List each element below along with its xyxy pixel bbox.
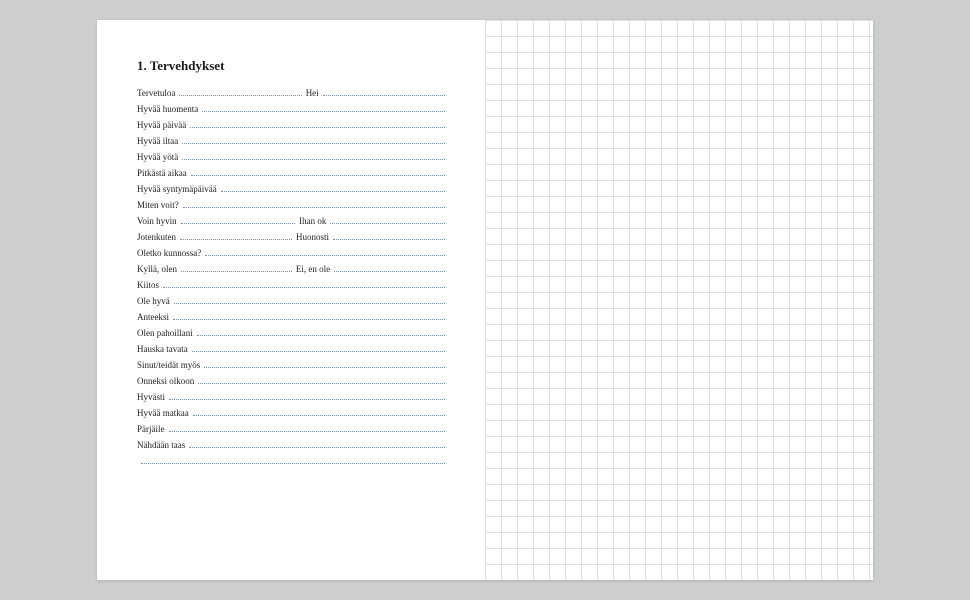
- vocab-word: Pitkästä aikaa: [137, 168, 187, 178]
- fill-line: [205, 248, 445, 256]
- fill-line: [181, 216, 296, 224]
- vocab-word: Jotenkuten: [137, 232, 176, 242]
- vocabulary-list: Tervetuloa Hei Hyvää huomenta Hyvää päivää H…: [137, 88, 445, 464]
- vocab-row: Pitkästä aikaa: [137, 168, 445, 178]
- fill-line: [204, 360, 445, 368]
- fill-line: [221, 184, 445, 192]
- fill-line: [192, 344, 445, 352]
- fill-line: [323, 88, 445, 96]
- vocab-row: Onneksi olkoon: [137, 376, 445, 386]
- vocab-row: Hauska tavata: [137, 344, 445, 354]
- vocab-row: Hyvää syntymäpäivää: [137, 184, 445, 194]
- vocab-row: Hyvää matkaa: [137, 408, 445, 418]
- fill-line: [191, 168, 445, 176]
- page-left: 1. Tervehdykset Tervetuloa Hei Hyvää huome…: [97, 20, 485, 580]
- vocab-row: Oletko kunnossa?: [137, 248, 445, 258]
- fill-line: [182, 152, 445, 160]
- vocab-row: Tervetuloa Hei: [137, 88, 445, 98]
- fill-line: [202, 104, 445, 112]
- vocab-word: Hyvää matkaa: [137, 408, 189, 418]
- section-heading: 1. Tervehdykset: [137, 58, 445, 74]
- page-spread: 1. Tervehdykset Tervetuloa Hei Hyvää huome…: [97, 20, 873, 580]
- fill-line: [189, 440, 445, 448]
- vocab-word: Kyllä, olen: [137, 264, 177, 274]
- fill-line: [169, 392, 445, 400]
- vocab-word: Kiitos: [137, 280, 159, 290]
- vocab-row: Olen pahoillani: [137, 328, 445, 338]
- page-right-grid: [485, 20, 873, 580]
- fill-line: [180, 232, 292, 240]
- vocab-row: Anteeksi: [137, 312, 445, 322]
- vocab-row: Pärjäile: [137, 424, 445, 434]
- vocab-word: Hyvää päivää: [137, 120, 186, 130]
- fill-line: [330, 216, 445, 224]
- vocab-word: Olen pahoillani: [137, 328, 193, 338]
- vocab-row: Hyvästi: [137, 392, 445, 402]
- vocab-word: Hyvää iltaa: [137, 136, 178, 146]
- vocab-row: Kyllä, olen Ei, en ole: [137, 264, 445, 274]
- vocab-word: Miten voit?: [137, 200, 179, 210]
- fill-line: [174, 296, 445, 304]
- fill-line: [173, 312, 445, 320]
- vocab-word: Hei: [306, 88, 319, 98]
- fill-line: [197, 328, 445, 336]
- fill-line: [163, 280, 445, 288]
- vocab-row: Kiitos: [137, 280, 445, 290]
- vocab-row: [137, 456, 445, 464]
- vocab-word: Hyvää huomenta: [137, 104, 198, 114]
- fill-line: [141, 456, 445, 464]
- fill-line: [183, 200, 445, 208]
- vocab-word: Sinut/teidät myös: [137, 360, 200, 370]
- vocab-word: Oletko kunnossa?: [137, 248, 201, 258]
- fill-line: [179, 88, 301, 96]
- fill-line: [181, 264, 292, 272]
- vocab-row: Hyvää huomenta: [137, 104, 445, 114]
- vocab-word: Hyvää syntymäpäivää: [137, 184, 217, 194]
- vocab-word: Hyvää yötä: [137, 152, 178, 162]
- vocab-word: Pärjäile: [137, 424, 165, 434]
- vocab-word: Ole hyvä: [137, 296, 170, 306]
- vocab-row: Ole hyvä: [137, 296, 445, 306]
- vocab-word: Nähdään taas: [137, 440, 185, 450]
- fill-line: [333, 232, 445, 240]
- fill-line: [169, 424, 446, 432]
- fill-line: [193, 408, 445, 416]
- vocab-row: Hyvää päivää: [137, 120, 445, 130]
- vocab-word: Hyvästi: [137, 392, 165, 402]
- fill-line: [334, 264, 445, 272]
- vocab-row: Miten voit?: [137, 200, 445, 210]
- vocab-row: Hyvää yötä: [137, 152, 445, 162]
- vocab-word: Huonosti: [296, 232, 329, 242]
- vocab-word: Anteeksi: [137, 312, 169, 322]
- vocab-row: Voin hyvin Ihan ok: [137, 216, 445, 226]
- vocab-word: Hauska tavata: [137, 344, 188, 354]
- vocab-word: Onneksi olkoon: [137, 376, 194, 386]
- fill-line: [198, 376, 445, 384]
- vocab-word: Ei, en ole: [296, 264, 330, 274]
- vocab-word: Ihan ok: [299, 216, 326, 226]
- fill-line: [182, 136, 445, 144]
- vocab-row: Sinut/teidät myös: [137, 360, 445, 370]
- vocab-row: Hyvää iltaa: [137, 136, 445, 146]
- vocab-row: Nähdään taas: [137, 440, 445, 450]
- vocab-word: Tervetuloa: [137, 88, 175, 98]
- vocab-word: Voin hyvin: [137, 216, 177, 226]
- fill-line: [190, 120, 445, 128]
- vocab-row: Jotenkuten Huonosti: [137, 232, 445, 242]
